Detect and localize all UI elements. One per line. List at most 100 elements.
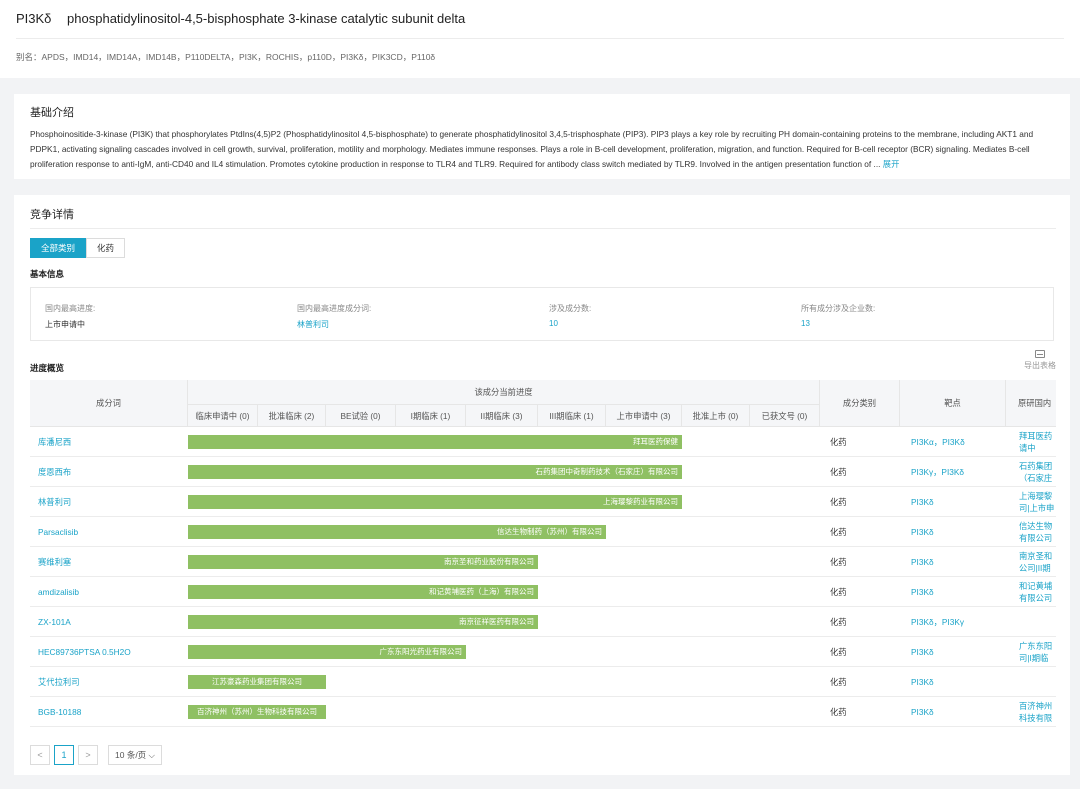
intro-text: Phosphoinositide-3-kinase (PI3K) that ph… bbox=[30, 127, 1060, 172]
table-row: Parsaclisib 信达生物制药（苏州）有限公司 化药 PI3Kδ 信达生物 有限公司 bbox=[30, 517, 1056, 547]
target-link[interactable]: PI3Kδ bbox=[911, 637, 934, 667]
pagination: < 1 > 10 条/页 ⌵ bbox=[30, 745, 162, 765]
component-count-link[interactable]: 10 bbox=[549, 319, 558, 328]
stage-header: III期临床 (1) bbox=[538, 405, 606, 427]
competition-title: 竞争详情 bbox=[30, 209, 74, 221]
progress-bar[interactable]: 广东东阳光药业有限公司 bbox=[188, 645, 466, 659]
stage-header: 批准临床 (2) bbox=[258, 405, 326, 427]
export-button[interactable]: 导出表格 bbox=[1024, 350, 1056, 371]
progress-bar[interactable]: 信达生物制药（苏州）有限公司 bbox=[188, 525, 606, 539]
originator-link[interactable]: 南京圣和 公司|II期 bbox=[1019, 550, 1056, 574]
component-category: 化药 bbox=[830, 527, 847, 537]
table-row: 赛维利塞 南京圣和药业股份有限公司 化药 PI3Kδ 南京圣和 公司|II期 bbox=[30, 547, 1056, 577]
target-link[interactable]: PI3Kδ bbox=[911, 487, 934, 517]
intro-card: 基础介绍 Phosphoinositide-3-kinase (PI3K) th… bbox=[14, 94, 1070, 179]
target-header: PI3Kδ phosphatidylinositol-4,5-bisphosph… bbox=[0, 0, 1080, 78]
target-link[interactable]: PI3Kδ bbox=[911, 697, 934, 727]
originator-link[interactable]: 广东东阳 司|I期临 bbox=[1019, 640, 1056, 664]
component-category: 化药 bbox=[830, 497, 847, 507]
expand-link[interactable]: 展开 bbox=[883, 159, 900, 169]
originator-link[interactable]: 百济神州 科技有限 bbox=[1019, 700, 1056, 724]
col-progress-header: 该成分当前进度 bbox=[188, 380, 820, 405]
stage-header: BE试验 (0) bbox=[326, 405, 396, 427]
table-row: 度恩西布 石药集团中奇制药技术（石家庄）有限公司 化药 PI3Kγ，PI3Kδ 石药集团… bbox=[30, 457, 1056, 487]
component-category: 化药 bbox=[830, 587, 847, 597]
basic-info-title: 基本信息 bbox=[30, 269, 65, 279]
stage-header: 上市申请中 (3) bbox=[606, 405, 682, 427]
table-row: ZX-101A 南京征祥医药有限公司 化药 PI3Kδ，PI3Kγ bbox=[30, 607, 1056, 637]
target-symbol: PI3Kδ bbox=[16, 11, 52, 26]
component-link[interactable]: 艾代拉利司 bbox=[38, 667, 80, 697]
originator-link[interactable]: 拜耳医药 请中 bbox=[1019, 430, 1056, 454]
category-tabs: 全部类别 化药 bbox=[30, 238, 126, 258]
progress-bar[interactable]: 百济神州（苏州）生物科技有限公司 bbox=[188, 705, 326, 719]
page-1-button[interactable]: 1 bbox=[54, 745, 74, 765]
info-component-count: 涉及成分数: 10 bbox=[549, 304, 592, 328]
progress-bar[interactable]: 拜耳医药保健 bbox=[188, 435, 682, 449]
target-link[interactable]: PI3Kδ，PI3Kγ bbox=[911, 607, 964, 637]
col-category-header: 成分类别 bbox=[820, 380, 900, 427]
progress-table: 成分词 该成分当前进度 成分类别 靶点 原研国内 临床申请中 (0) 批准临床 (… bbox=[30, 380, 1056, 728]
stage-header: II期临床 (3) bbox=[466, 405, 538, 427]
component-category: 化药 bbox=[830, 707, 847, 717]
table-row: amdizalisib 和记黄埔医药（上海）有限公司 化药 PI3Kδ 和记黄埔 有限公司 bbox=[30, 577, 1056, 607]
progress-bar[interactable]: 江苏豪森药业集团有限公司 bbox=[188, 675, 326, 689]
basic-info-box: 国内最高进度: 上市申请中 国内最高进度成分词: 林普利司 涉及成分数: 10 … bbox=[30, 287, 1054, 341]
component-link[interactable]: 林普利司 bbox=[38, 487, 71, 517]
component-link[interactable]: amdizalisib bbox=[38, 577, 79, 607]
component-category: 化药 bbox=[830, 677, 847, 687]
originator-link[interactable]: 信达生物 有限公司 bbox=[1019, 520, 1056, 544]
originator-link[interactable]: 和记黄埔 有限公司 bbox=[1019, 580, 1056, 604]
target-link[interactable]: PI3Kα，PI3Kδ bbox=[911, 427, 965, 457]
divider bbox=[16, 38, 1064, 39]
company-count-link[interactable]: 13 bbox=[801, 319, 810, 328]
alias-list: 别名：APDS，IMD14，IMD14A，IMD14B，P110DELTA，PI… bbox=[16, 52, 436, 62]
next-page-button[interactable]: > bbox=[78, 745, 98, 765]
target-link[interactable]: PI3Kγ，PI3Kδ bbox=[911, 457, 964, 487]
competition-card: 竞争详情 全部类别 化药 基本信息 国内最高进度: 上市申请中 国内最高进度成分… bbox=[14, 195, 1070, 775]
stage-header: 临床申请中 (0) bbox=[188, 405, 258, 427]
component-link[interactable]: ZX-101A bbox=[38, 607, 71, 637]
page-title: PI3Kδ phosphatidylinositol-4,5-bisphosph… bbox=[16, 11, 465, 26]
highest-component-link[interactable]: 林普利司 bbox=[297, 320, 329, 329]
page-size-select[interactable]: 10 条/页 ⌵ bbox=[108, 745, 162, 765]
target-full-name: phosphatidylinositol-4,5-bisphosphate 3-… bbox=[67, 11, 466, 26]
target-link[interactable]: PI3Kδ bbox=[911, 547, 934, 577]
component-link[interactable]: Parsaclisib bbox=[38, 517, 78, 547]
stage-header: 已获文号 (0) bbox=[750, 405, 820, 427]
table-row: 艾代拉利司 江苏豪森药业集团有限公司 化药 PI3Kδ bbox=[30, 667, 1056, 697]
table-row: 林普利司 上海璎黎药业有限公司 化药 PI3Kδ 上海璎黎 司|上市申 bbox=[30, 487, 1056, 517]
component-category: 化药 bbox=[830, 467, 847, 477]
progress-bar[interactable]: 石药集团中奇制药技术（石家庄）有限公司 bbox=[188, 465, 682, 479]
intro-title: 基础介绍 bbox=[30, 107, 74, 119]
prev-page-button[interactable]: < bbox=[30, 745, 50, 765]
target-link[interactable]: PI3Kδ bbox=[911, 667, 934, 697]
col-component-header: 成分词 bbox=[30, 380, 188, 427]
table-export-icon bbox=[1035, 350, 1045, 358]
component-link[interactable]: 赛维利塞 bbox=[38, 547, 71, 577]
table-row: BGB-10188 百济神州（苏州）生物科技有限公司 化药 PI3Kδ 百济神州 科技有限 bbox=[30, 697, 1056, 727]
tab-all[interactable]: 全部类别 bbox=[30, 238, 87, 258]
progress-bar[interactable]: 南京征祥医药有限公司 bbox=[188, 615, 538, 629]
component-category: 化药 bbox=[830, 647, 847, 657]
component-category: 化药 bbox=[830, 437, 847, 447]
target-link[interactable]: PI3Kδ bbox=[911, 577, 934, 607]
component-link[interactable]: 库潘尼西 bbox=[38, 427, 71, 457]
component-link[interactable]: 度恩西布 bbox=[38, 457, 71, 487]
tab-chemical[interactable]: 化药 bbox=[86, 238, 126, 258]
table-row: 库潘尼西 拜耳医药保健 化药 PI3Kα，PI3Kδ 拜耳医药 请中 bbox=[30, 427, 1056, 457]
originator-link[interactable]: 上海璎黎 司|上市申 bbox=[1019, 490, 1056, 514]
progress-bar[interactable]: 南京圣和药业股份有限公司 bbox=[188, 555, 538, 569]
target-link[interactable]: PI3Kδ bbox=[911, 517, 934, 547]
component-link[interactable]: HEC89736PTSA 0.5H2O bbox=[38, 637, 131, 667]
table-row: HEC89736PTSA 0.5H2O 广东东阳光药业有限公司 化药 PI3Kδ 广东东… bbox=[30, 637, 1056, 667]
component-link[interactable]: BGB-10188 bbox=[38, 697, 81, 727]
component-category: 化药 bbox=[830, 617, 847, 627]
originator-link[interactable]: 石药集团 （石家庄 bbox=[1019, 460, 1056, 484]
chevron-down-icon: ⌵ bbox=[146, 750, 155, 760]
progress-title: 进度概览 bbox=[30, 363, 65, 373]
info-highest-stage: 国内最高进度: 上市申请中 bbox=[45, 304, 96, 329]
progress-bar[interactable]: 上海璎黎药业有限公司 bbox=[188, 495, 682, 509]
info-company-count: 所有成分涉及企业数: 13 bbox=[801, 304, 876, 328]
progress-bar[interactable]: 和记黄埔医药（上海）有限公司 bbox=[188, 585, 538, 599]
